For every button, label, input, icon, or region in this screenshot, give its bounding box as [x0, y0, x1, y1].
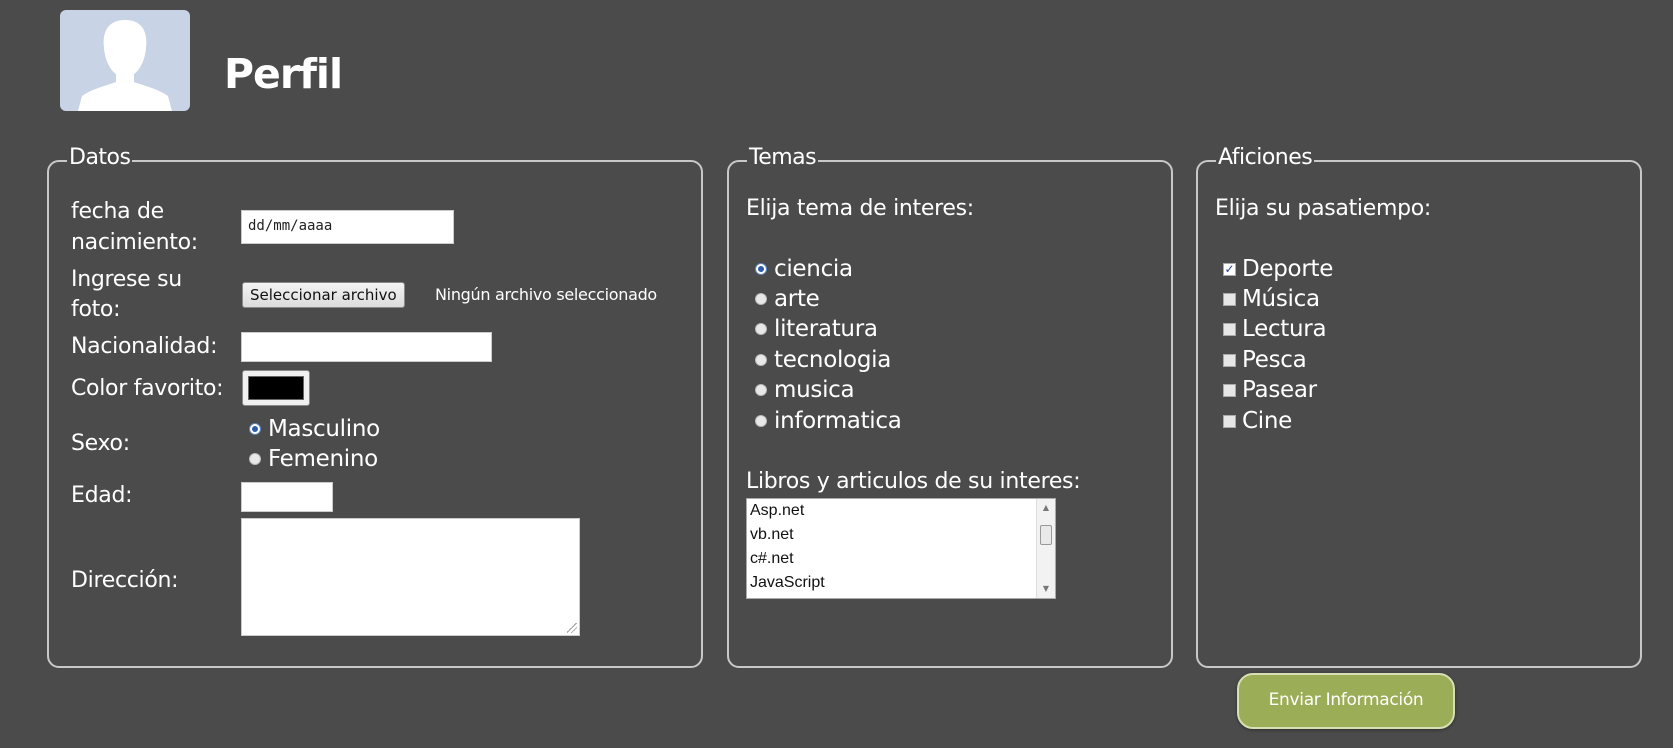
- radio-icon: [755, 323, 767, 335]
- checkbox-checked-icon: ✓: [1223, 261, 1236, 276]
- temas-prompt: Elija tema de interes:: [746, 196, 974, 221]
- sex-option-masculino[interactable]: Masculino: [249, 414, 380, 444]
- scroll-down-icon[interactable]: ▼: [1037, 582, 1055, 596]
- nationality-label: Nacionalidad:: [71, 334, 218, 359]
- tema-option-ciencia[interactable]: ciencia: [755, 254, 853, 284]
- radio-icon: [755, 354, 767, 366]
- sex-option-femenino[interactable]: Femenino: [249, 444, 378, 474]
- checkbox-icon: [1223, 292, 1236, 306]
- aficiones-legend: Aficiones: [1216, 145, 1315, 170]
- resize-grip-icon[interactable]: [567, 623, 577, 633]
- aficion-option-deporte[interactable]: ✓ Deporte: [1223, 254, 1333, 284]
- user-silhouette-icon: [78, 20, 172, 111]
- tema-option-arte[interactable]: arte: [755, 284, 820, 314]
- books-listbox[interactable]: Asp.net vb.net c#.net JavaScript ▲ ▼: [746, 498, 1056, 599]
- radio-icon: [249, 453, 261, 465]
- list-item[interactable]: vb.net: [747, 523, 1055, 547]
- radio-icon: [755, 293, 767, 305]
- list-item[interactable]: c#.net: [747, 547, 1055, 571]
- aficion-option-label: Cine: [1242, 408, 1292, 434]
- scroll-thumb[interactable]: [1040, 525, 1052, 545]
- aficion-option-label: Lectura: [1242, 316, 1327, 342]
- tema-option-label: literatura: [774, 316, 878, 342]
- sex-option-label: Femenino: [268, 446, 378, 472]
- aficion-option-pasear[interactable]: Pasear: [1223, 375, 1317, 405]
- tema-option-label: arte: [774, 286, 820, 312]
- books-label: Libros y articulos de su interes:: [746, 469, 1081, 494]
- tema-option-label: informatica: [774, 408, 902, 434]
- checkbox-icon: [1223, 383, 1236, 397]
- tema-option-label: ciencia: [774, 256, 853, 282]
- radio-icon: [755, 263, 767, 275]
- radio-icon: [755, 415, 767, 427]
- aficion-option-cine[interactable]: Cine: [1223, 406, 1292, 436]
- temas-legend: Temas: [747, 145, 819, 170]
- scroll-up-icon[interactable]: ▲: [1037, 501, 1055, 515]
- aficion-option-label: Deporte: [1242, 256, 1334, 282]
- address-textarea[interactable]: [241, 518, 580, 636]
- submit-button[interactable]: Enviar Información: [1237, 673, 1455, 729]
- age-input[interactable]: [241, 482, 333, 512]
- checkbox-icon: [1223, 322, 1236, 336]
- page-title: Perfil: [224, 50, 343, 98]
- list-item[interactable]: Asp.net: [747, 499, 1055, 523]
- avatar: [60, 10, 190, 111]
- birth-date-label-line1: fecha de: [71, 199, 164, 224]
- favorite-color-picker[interactable]: [242, 370, 310, 406]
- color-swatch: [248, 376, 304, 400]
- photo-label-line1: Ingrese su: [71, 267, 182, 292]
- listbox-scrollbar[interactable]: ▲ ▼: [1036, 499, 1055, 598]
- select-file-button[interactable]: Seleccionar archivo: [242, 282, 405, 308]
- age-label: Edad:: [71, 483, 133, 508]
- aficiones-prompt: Elija su pasatiempo:: [1215, 196, 1432, 221]
- aficion-option-label: Música: [1242, 286, 1320, 312]
- tema-option-label: tecnologia: [774, 347, 892, 373]
- aficion-option-musica[interactable]: Música: [1223, 284, 1320, 314]
- birth-date-label-line2: nacimiento:: [71, 230, 198, 255]
- aficion-option-label: Pesca: [1242, 347, 1307, 373]
- sex-option-label: Masculino: [268, 416, 380, 442]
- favorite-color-label: Color favorito:: [71, 376, 224, 401]
- tema-option-label: musica: [774, 377, 855, 403]
- tema-option-musica[interactable]: musica: [755, 375, 855, 405]
- datos-legend: Datos: [67, 145, 133, 170]
- aficion-option-pesca[interactable]: Pesca: [1223, 345, 1307, 375]
- nationality-input[interactable]: [241, 332, 492, 362]
- checkbox-icon: [1223, 414, 1236, 428]
- aficion-option-label: Pasear: [1242, 377, 1317, 403]
- radio-icon: [755, 384, 767, 396]
- sex-label: Sexo:: [71, 431, 130, 456]
- checkbox-icon: [1223, 353, 1236, 367]
- radio-icon: [249, 423, 261, 435]
- tema-option-informatica[interactable]: informatica: [755, 406, 902, 436]
- birth-date-input[interactable]: dd/mm/aaaa: [241, 210, 454, 244]
- aficion-option-lectura[interactable]: Lectura: [1223, 314, 1327, 344]
- tema-option-tecnologia[interactable]: tecnologia: [755, 345, 891, 375]
- address-label: Dirección:: [71, 568, 179, 593]
- photo-label-line2: foto:: [71, 297, 121, 322]
- tema-option-literatura[interactable]: literatura: [755, 314, 878, 344]
- list-item[interactable]: JavaScript: [747, 571, 1055, 595]
- file-status: Ningún archivo seleccionado: [435, 285, 657, 304]
